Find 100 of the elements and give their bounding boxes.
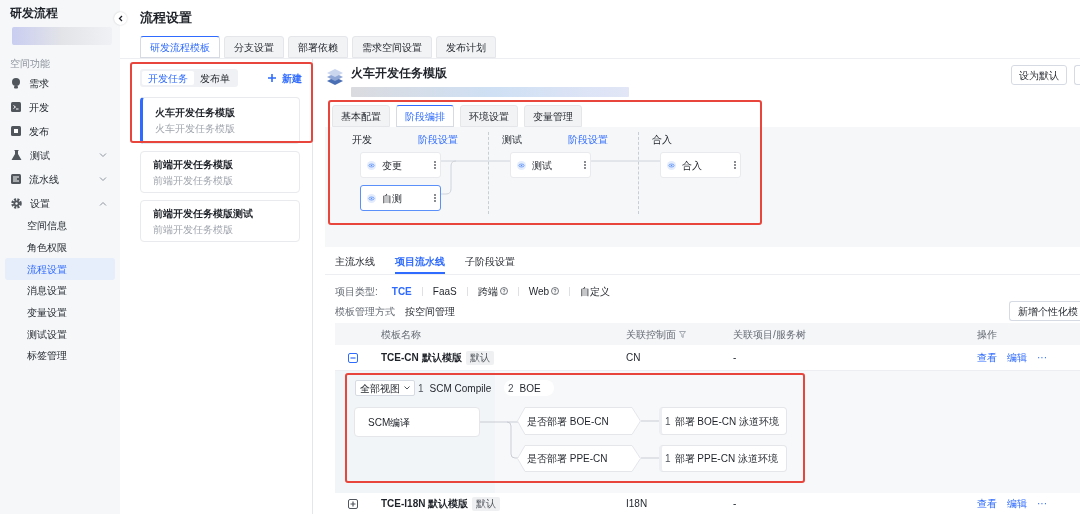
table-cell-text: TCE-CN 默认模版 [381,351,462,365]
eye-icon [667,160,676,170]
type-filter[interactable]: 自定义 [580,283,611,299]
column-header: 模板名称 [381,327,422,342]
column-header: 操作 [977,327,998,342]
table-cell-text: - [733,351,738,365]
step-label: 1 SCM Compile [417,381,493,396]
new-button[interactable]: 新建 [268,70,302,86]
card-subtitle: 前端开发任务模版 [153,223,234,236]
sidebar-subitem[interactable]: 角色权限 [5,236,115,259]
sidebar-subitem[interactable]: 变量设置 [5,301,115,324]
tab[interactable]: 环境设置 [460,105,518,127]
tab[interactable]: 分支设置 [224,36,284,58]
minus-icon [350,354,356,361]
card-title: 前端开发任务模版测试 [153,206,254,220]
more-link[interactable]: ··· [1037,350,1047,365]
plus-icon [350,500,356,507]
field-label: 项目类型: [335,284,378,299]
flow-node[interactable]: 1 部署 BOE-CN 泳道环境 [659,407,787,435]
set-default-button[interactable]: 设为默认 [1011,65,1067,85]
sidebar-item[interactable]: 需求 [5,71,115,95]
more-link[interactable]: ··· [1037,496,1047,511]
card-title: 前端开发任务模版 [153,157,234,171]
sidebar-item[interactable]: 测试 [5,143,115,167]
add-template-button[interactable]: 新增个性化模 [1009,301,1080,321]
sidebar-subitem[interactable]: 测试设置 [5,323,115,346]
template-card[interactable]: 前端开发任务模版测试 前端开发任务模版 [140,200,300,242]
sidebar-subitem[interactable]: 消息设置 [5,280,115,302]
chevron-left-icon [118,15,123,22]
segment-tab[interactable]: 发布单 [194,71,236,85]
stage-name: 合入 [652,132,672,147]
column-header: 关联项目/服务树 [733,327,807,342]
layers-icon [326,67,344,87]
template-title: 火车开发任务模版 [351,65,448,81]
stage-name: 开发 [352,132,372,147]
template-card[interactable]: 前端开发任务模版 前端开发任务模版 [140,151,300,193]
app-title: 研发流程 [10,5,59,21]
condition-node[interactable]: 是否部署 PPE-CN [517,445,641,472]
bulb-icon [11,77,21,89]
action-link[interactable]: 编辑 [1007,496,1027,511]
sidebar-item[interactable]: 流水线 [5,167,115,191]
card-subtitle: 前端开发任务模版 [153,174,234,187]
eye-icon [367,193,376,203]
plus-icon [268,74,276,82]
sidebar-item[interactable]: 开发 [5,95,115,119]
eye-icon [517,160,526,170]
condition-node[interactable]: 是否部署 BOE-CN [517,407,641,435]
task-node[interactable]: 测试 [510,152,591,178]
tab[interactable]: 变量管理 [524,105,582,127]
tab[interactable]: 阶段编排 [396,105,454,127]
field-value: 按空间管理 [405,304,455,319]
template-card[interactable]: 火车开发任务模版 火车开发任务模版 [140,97,300,144]
tab[interactable]: 研发流程模板 [140,36,220,58]
stage-name: 测试 [502,132,522,147]
tab[interactable]: 子阶段设置 [465,250,515,274]
square-icon [11,126,21,136]
table-cell-text: I18N [626,497,649,511]
flow-node[interactable]: 1 部署 PPE-CN 泳道环境 [659,445,787,472]
step-label: 2 BOE [504,380,554,396]
field-label: 模板管理方式 [335,304,395,319]
chevron-down-icon [404,386,410,390]
sidebar-subitem[interactable]: 流程设置 [5,258,115,281]
type-filter[interactable]: Web [528,283,560,299]
segment-tab[interactable]: 开发任务 [142,71,194,85]
action-link[interactable]: 编辑 [1007,350,1027,365]
type-filter[interactable]: 跨端 [477,283,508,299]
tab[interactable]: 发布计划 [436,36,496,58]
terminal-icon [11,102,21,112]
tab[interactable]: 主流水线 [335,250,375,274]
sidebar-item[interactable]: 设置 [5,191,115,215]
stage-settings-link[interactable]: 阶段设置 [568,131,608,147]
type-filter[interactable]: TCE [391,283,412,299]
table-cell-text: - [733,497,738,511]
table-cell-text: TCE-I18N 默认模版 [381,497,469,511]
flask-icon [11,150,22,160]
sidebar-subitem[interactable]: 空间信息 [5,215,115,237]
list-icon [11,174,21,184]
action-link[interactable]: 查看 [977,496,997,511]
eye-icon [367,160,376,170]
section-label: 空间功能 [10,57,51,71]
task-node[interactable]: 合入 [660,152,741,178]
expand-toggle[interactable] [348,498,358,509]
task-node[interactable]: 变更 [360,152,441,178]
page-title: 流程设置 [140,9,192,28]
flow-node[interactable]: SCM编译 [354,407,480,437]
default-tag: 默认 [472,496,501,511]
sidebar-subitem[interactable]: 标签管理 [5,345,115,367]
column-header: 关联控制面 [626,326,733,342]
stage-settings-link[interactable]: 阶段设置 [418,131,458,147]
view-dropdown[interactable]: 全部视图 [355,380,415,396]
tab[interactable]: 需求空间设置 [352,36,432,58]
tab[interactable]: 部署依赖 [288,36,348,58]
tab[interactable]: 基本配置 [332,105,390,127]
gear-icon [11,197,22,209]
collapse-toggle[interactable] [348,352,358,363]
task-node[interactable]: 自测 [360,185,441,211]
type-filter[interactable]: FaaS [432,283,457,299]
sidebar-item[interactable]: 发布 [5,119,115,143]
action-link[interactable]: 查看 [977,350,997,365]
tab[interactable]: 项目流水线 [395,250,445,274]
